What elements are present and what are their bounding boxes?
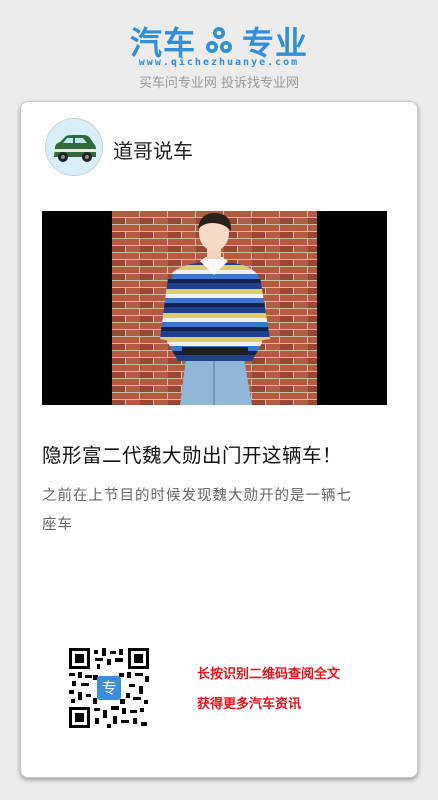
author-name[interactable]: 道哥说车 xyxy=(113,135,193,164)
site-url: www.qichezhuanye.com xyxy=(138,57,300,68)
video-thumbnail[interactable] xyxy=(42,211,387,405)
article-title[interactable]: 隐形富二代魏大勋出门开这辆车！ xyxy=(42,439,392,468)
author-avatar[interactable] xyxy=(45,118,103,176)
gear-icon xyxy=(206,27,232,53)
qr-prompt-line1: 长按识别二维码查阅全文 xyxy=(197,667,341,682)
article-summary: 之前在上节目的时候发现魏大勋开的是一辆七座车 xyxy=(42,488,352,533)
site-tagline: 买车问专业网 投诉找专业网 xyxy=(138,76,300,91)
green-car-icon xyxy=(46,119,102,175)
site-header: 汽车 专业 www.qichezhuanye.com 买车问专业网 投诉找专业网 xyxy=(0,0,438,100)
qr-prompt-line2: 获得更多汽车资讯 xyxy=(197,697,302,712)
qr-center-label: 专 xyxy=(101,679,116,697)
person-photo xyxy=(112,211,317,405)
article-card: 道哥说车 隐形富二代魏大勋出门开这辆车！ 之前在上节目的时候发现魏大勋开的是一辆… xyxy=(20,101,418,778)
qr-code[interactable]: 专 xyxy=(69,648,149,728)
